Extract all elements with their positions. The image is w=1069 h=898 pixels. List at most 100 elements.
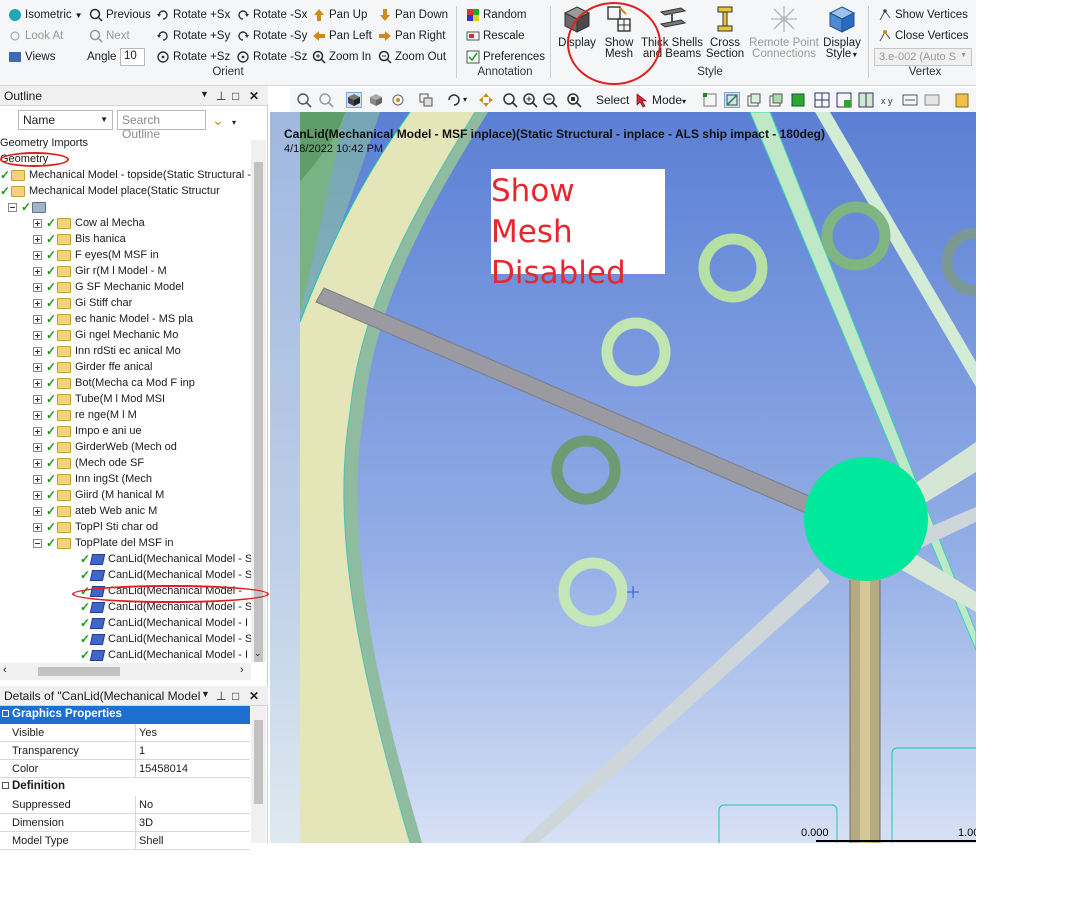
pan-left-button[interactable]: Pan Left (312, 27, 372, 45)
rotate-view-icon[interactable] (446, 92, 462, 108)
tree-item[interactable]: ✓ ec hanic Model - MS pla (33, 311, 193, 327)
tree-item[interactable]: ✓ re nge(M l M (33, 407, 137, 423)
tree-item[interactable]: ✓ CanLid(Mechanical Model - I (80, 647, 248, 663)
tree-item[interactable]: ✓ Bis hanica (33, 231, 126, 247)
maximize-icon[interactable]: □ (232, 689, 239, 703)
pan-down-button[interactable]: Pan Down (378, 6, 448, 24)
angle-input[interactable]: 10 (120, 48, 145, 66)
outline-search-input[interactable]: Search Outline (117, 110, 206, 141)
scroll-down-icon[interactable]: ⌄ (254, 648, 262, 659)
select-all-icon[interactable] (924, 92, 940, 108)
vertex-tolerance-dropdown[interactable]: 3.e-002 (Auto S ▼ (874, 48, 972, 66)
property-row[interactable]: Visible Yes (0, 724, 250, 742)
close-vertices-button[interactable]: Close Vertices (878, 27, 969, 45)
property-value[interactable]: 3D (139, 817, 153, 829)
zoom-extents-icon[interactable] (566, 92, 582, 108)
expand-icon[interactable] (33, 426, 42, 436)
expand-icon[interactable] (33, 250, 42, 260)
zoom-out-button[interactable]: Zoom Out (378, 48, 446, 66)
filter-options-icon[interactable]: ⌄ (212, 112, 224, 129)
tree-item[interactable]: ✓ Giird (M hanical M (33, 487, 164, 503)
pin-icon[interactable]: ⊥ (216, 89, 226, 103)
outline-horizontal-scrollbar[interactable]: ‹ › (0, 663, 251, 680)
rotate-plus-sx-button[interactable]: Rotate +Sx (156, 6, 230, 24)
tree-item[interactable]: ✓ CanLid(Mechanical Model - S (80, 551, 252, 567)
expand-icon[interactable] (33, 490, 42, 500)
expand-icon[interactable] (33, 266, 42, 276)
property-row[interactable]: Dimension 3D (0, 814, 250, 832)
chevron-down-icon[interactable]: ▾ (232, 118, 236, 127)
tree-item[interactable]: ✓ Tube(M l Mod MSI (33, 391, 165, 407)
previous-button[interactable]: Previous (89, 6, 151, 24)
expand-icon[interactable] (33, 474, 42, 484)
select-body-elements-icon[interactable] (858, 92, 874, 108)
tree-item[interactable]: ✓ Cow al Mecha (33, 215, 145, 231)
property-section-header[interactable]: Definition (0, 778, 250, 796)
close-icon[interactable]: ✕ (249, 89, 259, 103)
tree-item[interactable]: ✓ Girder ffe anical (33, 359, 152, 375)
clipboard-icon[interactable] (954, 92, 970, 108)
scrollbar-thumb[interactable] (254, 162, 263, 662)
expand-icon[interactable] (33, 394, 42, 404)
tree-item[interactable]: ✓ CanLid(Mechanical Model - I (80, 615, 248, 631)
tree-item[interactable]: ✓ Gir r(M l Model - M (33, 263, 167, 279)
expand-icon[interactable] (33, 458, 42, 468)
tree-item[interactable]: ✓ Inn rdSti ec anical Mo (33, 343, 181, 359)
expand-icon[interactable] (33, 282, 42, 292)
chevron-down-icon[interactable]: ▾ (463, 95, 467, 104)
property-value[interactable]: 15458014 (139, 763, 188, 775)
zoom-out-icon[interactable] (542, 92, 558, 108)
tree-item[interactable]: ✓ Bot(Mecha ca Mod F inp (33, 375, 195, 391)
maximize-icon[interactable]: □ (232, 89, 239, 103)
select-edge-icon[interactable] (724, 92, 740, 108)
extend-selection-icon[interactable] (902, 92, 918, 108)
property-section-header[interactable]: Graphics Properties (0, 706, 250, 724)
collapse-section-icon[interactable] (2, 782, 9, 789)
select-element-face-icon[interactable] (836, 92, 852, 108)
expand-icon[interactable] (33, 442, 42, 452)
expand-icon[interactable] (33, 522, 42, 532)
expand-icon[interactable] (33, 346, 42, 356)
pan-icon[interactable] (478, 92, 494, 108)
expand-icon[interactable] (33, 298, 42, 308)
panel-menu-icon[interactable]: ▼ (200, 89, 209, 99)
rotate-minus-sz-button[interactable]: Rotate -Sz (236, 48, 307, 66)
select-mode-cursor-icon[interactable] (634, 92, 650, 108)
isometric-button[interactable]: Isometric ▼ (8, 6, 83, 24)
cross-section-button[interactable]: Cross Section (703, 4, 747, 60)
zoom-icon[interactable] (502, 92, 518, 108)
random-button[interactable]: Random (466, 6, 526, 24)
tree-item[interactable]: ✓ TopPlate del MSF in (33, 535, 173, 551)
show-vertices-button[interactable]: Show Vertices (878, 6, 968, 24)
look-at-button[interactable]: Look At (8, 27, 63, 45)
panel-menu-icon[interactable]: ▼ (201, 689, 210, 699)
collapse-icon[interactable] (8, 202, 17, 212)
tree-item[interactable]: ✓ F eyes(M MSF in (33, 247, 159, 263)
mode-dropdown[interactable]: Mode▾ (652, 93, 686, 107)
scroll-right-icon[interactable]: › (240, 664, 244, 676)
expand-icon[interactable] (33, 314, 42, 324)
expand-icon[interactable] (33, 330, 42, 340)
tree-item[interactable]: ✓ GirderWeb (Mech od (33, 439, 177, 455)
expand-icon[interactable] (33, 506, 42, 516)
tree-item[interactable]: ✓ (8, 199, 50, 215)
section-icon[interactable] (418, 92, 434, 108)
rescale-button[interactable]: Rescale (466, 27, 525, 45)
rotate-minus-sy-button[interactable]: Rotate -Sy (236, 27, 307, 45)
scroll-left-icon[interactable]: ‹ (3, 664, 7, 676)
remote-point-connections-button[interactable]: Remote Point Connections (748, 4, 820, 60)
collapse-icon[interactable] (33, 538, 42, 548)
expand-icon[interactable] (33, 362, 42, 372)
next-button[interactable]: Next (89, 27, 130, 45)
graphics-viewport[interactable]: CanLid(Mechanical Model - MSF inplace)(S… (270, 112, 976, 843)
property-value[interactable]: No (139, 799, 153, 811)
tree-item[interactable]: ✓ Mechanical Model place(Static Structur (0, 183, 220, 199)
select-xyz-icon[interactable]: x y (880, 92, 896, 108)
zoom-box-icon[interactable] (318, 92, 334, 108)
expand-icon[interactable] (33, 378, 42, 388)
tree-item[interactable]: ✓ Impo e ani ue (33, 423, 142, 439)
property-row[interactable]: Transparency 1 (0, 742, 250, 760)
select-body-icon[interactable] (768, 92, 784, 108)
property-value[interactable]: Yes (139, 727, 157, 739)
tree-item[interactable]: ✓ (Mech ode SF (33, 455, 144, 471)
